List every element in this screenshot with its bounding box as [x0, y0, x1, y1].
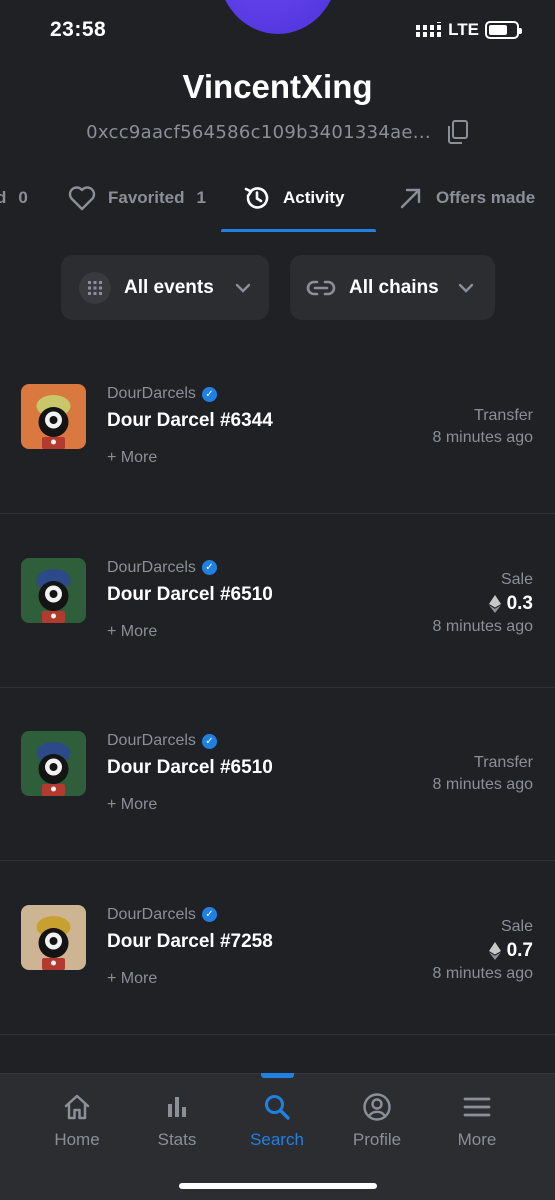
history-icon	[244, 187, 269, 209]
eth-icon	[488, 941, 501, 960]
nav-home[interactable]: Home	[27, 1092, 127, 1150]
event-type: Sale	[500, 570, 533, 588]
event-timestamp: 8 minutes ago	[432, 776, 533, 793]
nft-thumbnail[interactable]	[21, 384, 86, 449]
profile-username: VincentXing	[182, 68, 373, 105]
tab-count: 0	[18, 188, 28, 207]
event-type: Sale	[500, 917, 533, 935]
tab-favorited[interactable]: Favorited 1	[68, 170, 206, 226]
bottom-nav: Home Stats Search Profile More	[0, 1073, 555, 1200]
activity-row[interactable]: DourDarcels ✓ Dour Darcel #6510 + More S…	[0, 515, 555, 688]
network-type: LTE	[448, 20, 479, 39]
verified-badge-icon: ✓	[201, 386, 217, 402]
tab-activity[interactable]: Activity	[243, 170, 344, 226]
event-timestamp: 8 minutes ago	[432, 964, 533, 982]
collection-label: DourDarcels	[107, 732, 196, 749]
more-button[interactable]: + More	[107, 449, 157, 467]
sale-price: 0.7	[488, 939, 533, 962]
event-type: Transfer	[474, 407, 533, 424]
nft-thumbnail[interactable]	[21, 904, 86, 970]
grid-icon	[79, 271, 111, 304]
home-icon	[64, 1094, 90, 1120]
tab-collected[interactable]: d 0	[0, 170, 28, 226]
tab-count: 1	[196, 188, 206, 207]
wallet-address: 0xcc9aacf564586c109b3401334ae...	[86, 121, 431, 143]
status-time: 23:58	[50, 18, 107, 41]
active-tab-indicator	[221, 229, 376, 232]
menu-icon	[463, 1097, 491, 1117]
more-button[interactable]: + More	[107, 970, 157, 988]
activity-row[interactable]: DourDarcels ✓ Dour Darcel #6510 + More T…	[0, 688, 555, 861]
verified-badge-icon: ✓	[201, 560, 217, 575]
profile-tabs: d 0 Favorited 1 Activity Offers made	[0, 170, 555, 232]
copy-icon[interactable]	[447, 120, 469, 144]
nav-more[interactable]: More	[427, 1092, 527, 1150]
search-icon	[265, 1095, 290, 1120]
events-filter-dropdown[interactable]: All events	[61, 255, 269, 320]
heart-icon	[68, 186, 96, 211]
chains-filter-dropdown[interactable]: All chains	[290, 255, 495, 320]
tab-label: Activity	[283, 188, 345, 207]
collection-label: DourDarcels	[107, 558, 196, 576]
nav-label: Stats	[157, 1130, 197, 1149]
nft-image	[21, 731, 86, 796]
nft-image	[21, 557, 86, 623]
events-filter-label: All events	[124, 276, 214, 298]
nav-stats[interactable]: Stats	[127, 1092, 227, 1150]
tab-label: Offers made	[436, 188, 536, 207]
nft-thumbnail[interactable]	[21, 557, 86, 623]
verified-badge-icon: ✓	[201, 733, 217, 749]
sale-price: 0.3	[488, 592, 533, 615]
chevron-down-icon	[235, 283, 250, 293]
status-indicators: LTE	[416, 20, 522, 40]
arrow-up-right-icon	[400, 188, 421, 209]
more-button[interactable]: + More	[107, 623, 157, 641]
event-timestamp: 8 minutes ago	[432, 617, 533, 635]
profile-avatar[interactable]	[218, 0, 338, 34]
verified-badge-icon: ✓	[201, 907, 217, 922]
tab-label: Favorited	[108, 188, 185, 207]
nav-active-indicator	[261, 1073, 294, 1078]
nft-image	[21, 384, 86, 449]
profile-icon	[363, 1093, 391, 1121]
nav-profile[interactable]: Profile	[327, 1092, 427, 1150]
chevron-down-icon	[458, 283, 473, 293]
battery-icon	[485, 21, 522, 39]
more-button[interactable]: + More	[107, 796, 157, 814]
home-indicator	[179, 1183, 377, 1189]
price-value: 0.3	[506, 592, 533, 614]
collection-name[interactable]: DourDarcels ✓	[107, 906, 217, 924]
nft-name[interactable]: Dour Darcel #7258	[107, 931, 273, 953]
tab-label: d	[0, 188, 7, 207]
nav-label: Profile	[352, 1130, 402, 1149]
tab-offers-made[interactable]: Offers made	[398, 170, 535, 226]
nft-name[interactable]: Dour Darcel #6510	[107, 584, 273, 606]
nft-thumbnail[interactable]	[21, 731, 86, 796]
price-value: 0.7	[506, 939, 533, 961]
nav-label: Search	[250, 1130, 304, 1149]
eth-icon	[488, 594, 501, 613]
collection-name[interactable]: DourDarcels ✓	[107, 732, 217, 750]
collection-label: DourDarcels	[107, 905, 196, 923]
nft-name[interactable]: Dour Darcel #6344	[107, 410, 273, 432]
collection-label: DourDarcels	[107, 385, 196, 402]
signal-icon	[416, 22, 442, 37]
nav-search[interactable]: Search	[227, 1092, 327, 1150]
link-icon	[306, 280, 336, 295]
collection-name[interactable]: DourDarcels ✓	[107, 385, 217, 403]
collection-name[interactable]: DourDarcels ✓	[107, 559, 217, 577]
nav-label: More	[457, 1130, 497, 1149]
event-timestamp: 8 minutes ago	[432, 429, 533, 446]
status-bar: 23:58 LTE	[0, 0, 555, 62]
activity-row[interactable]: DourDarcels ✓ Dour Darcel #7258 + More S…	[0, 862, 555, 1035]
wallet-address-row: 0xcc9aacf564586c109b3401334ae...	[0, 120, 555, 144]
event-type: Transfer	[474, 754, 533, 771]
nft-name[interactable]: Dour Darcel #6510	[107, 757, 273, 779]
activity-row[interactable]: DourDarcels ✓ Dour Darcel #6344 + More T…	[0, 341, 555, 514]
stats-icon	[168, 1097, 186, 1117]
nft-image	[21, 904, 86, 970]
chains-filter-label: All chains	[349, 276, 439, 298]
nav-label: Home	[54, 1130, 100, 1149]
